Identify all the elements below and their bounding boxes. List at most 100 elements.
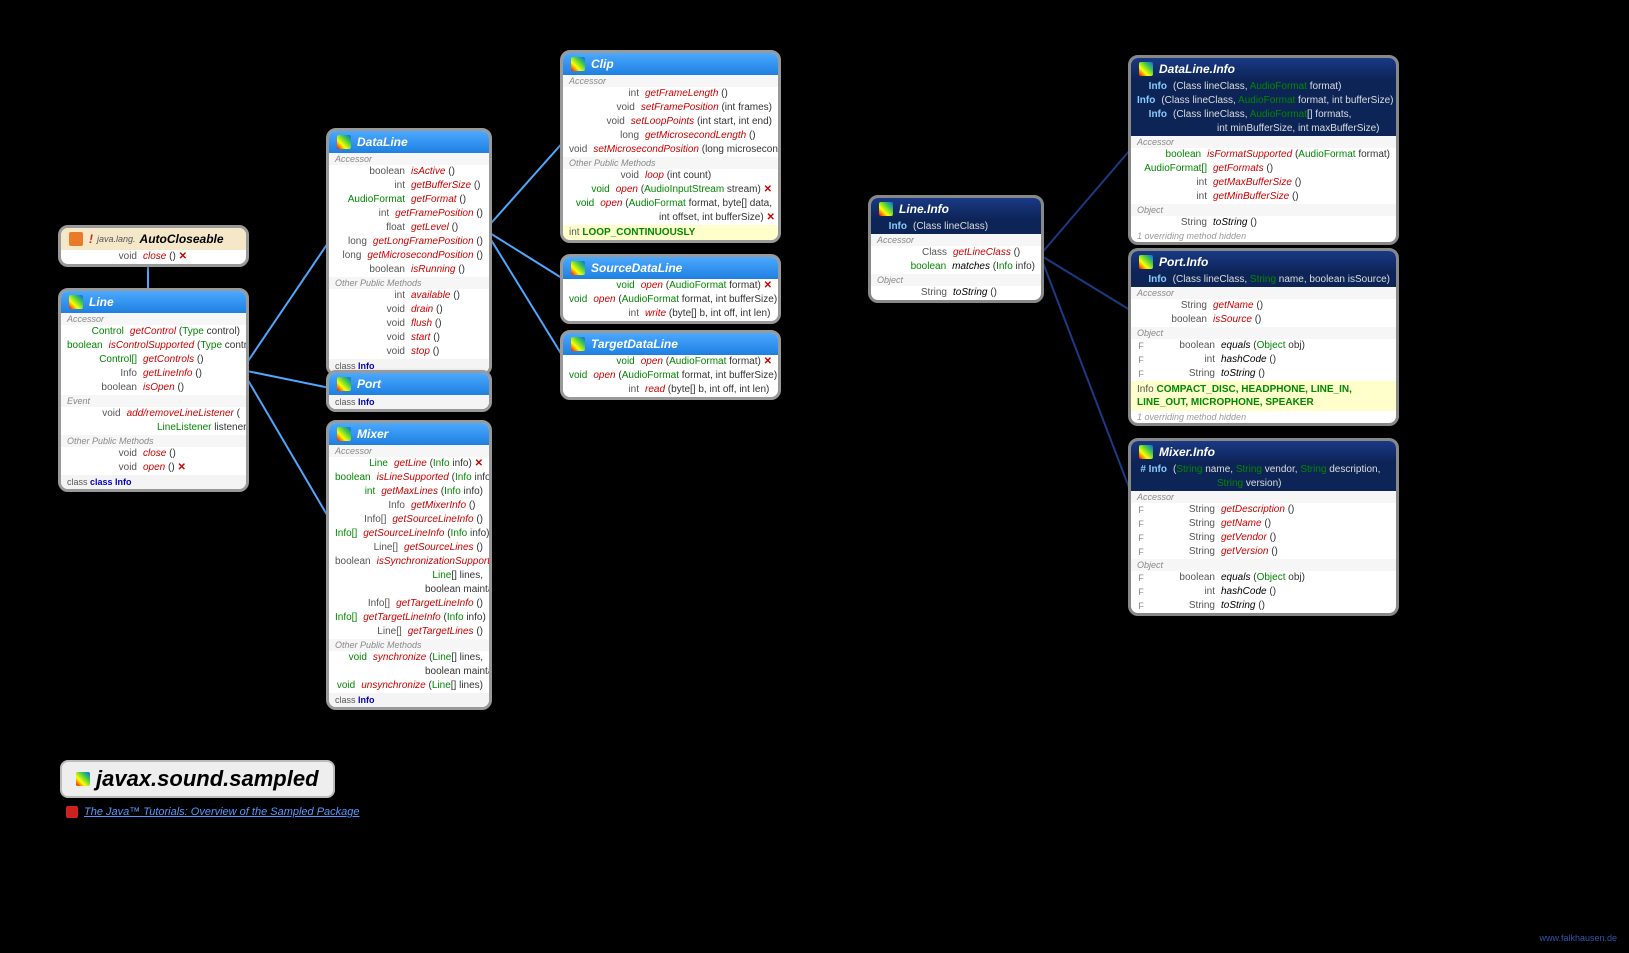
class-dataline: DataLine AccessorbooleanisActive ()intge…: [326, 128, 492, 376]
interface-icon: [69, 232, 83, 246]
method-row: voidopen (AudioFormat format, int buffer…: [563, 369, 778, 383]
interface-icon: [337, 377, 351, 391]
class-portinfo: Port.Info Info(Class lineClass, String n…: [1128, 248, 1399, 426]
constant: int LOOP_CONTINUOUSLY: [563, 225, 778, 240]
method-row: StringtoString (): [1131, 216, 1396, 230]
method-row: FinthashCode (): [1131, 585, 1396, 599]
method-row: booleanisLineSupported (Info info): [329, 471, 489, 485]
method-row: voidopen (AudioFormat format) ✕: [563, 279, 778, 293]
hidden-note: 1 overriding method hidden: [1131, 230, 1396, 242]
inner-class-link[interactable]: class Info: [329, 395, 489, 409]
method-row: booleanisControlSupported (Type control): [61, 339, 246, 353]
method-row: voidflush (): [329, 317, 489, 331]
class-name: DataLine: [357, 135, 408, 149]
method-row: boolean maintainSync): [329, 665, 489, 679]
method-row: InfogetLineInfo (): [61, 367, 246, 381]
method-row: voidstart (): [329, 331, 489, 345]
constructor-row: int minBufferSize, int maxBufferSize): [1131, 122, 1396, 136]
method-row: Fbooleanequals (Object obj): [1131, 571, 1396, 585]
method-row: floatgetLevel (): [329, 221, 489, 235]
method-row: LineListener listener): [61, 421, 246, 435]
package-title: javax.sound.sampled The Java™ Tutorials:…: [60, 760, 360, 818]
section-label: Accessor: [1131, 136, 1396, 148]
interface-icon: [571, 337, 585, 351]
section-label: Accessor: [1131, 287, 1396, 299]
method-row: ClassgetLineClass (): [871, 246, 1041, 260]
class-targetdataline: TargetDataLine voidopen (AudioFormat for…: [560, 330, 781, 400]
class-name: Line.Info: [899, 202, 949, 216]
method-row: booleanisRunning (): [329, 263, 489, 277]
method-row: longgetMicrosecondPosition (): [329, 249, 489, 263]
attribution[interactable]: www.falkhausen.de: [1539, 933, 1617, 943]
section-label: Other Public Methods: [329, 277, 489, 289]
constructor-row: Info(Class lineClass, AudioFormat format…: [1131, 80, 1396, 94]
method-row: FStringgetVendor (): [1131, 531, 1396, 545]
method-row: voidloop (int count): [563, 169, 778, 183]
class-sourcedataline: SourceDataLine voidopen (AudioFormat for…: [560, 254, 781, 324]
inner-class-link[interactable]: class class Info: [61, 475, 246, 489]
section-label: Accessor: [329, 445, 489, 457]
section-label: Accessor: [871, 234, 1041, 246]
method-row: Info[]getTargetLineInfo (Info info): [329, 611, 489, 625]
section-label: Accessor: [563, 75, 778, 87]
constructor-row: Info(Class lineClass, AudioFormat[] form…: [1131, 108, 1396, 122]
class-mixerinfo: Mixer.Info # Info(String name, String ve…: [1128, 438, 1399, 616]
class-autocloseable: ! java.lang. AutoCloseable voidclose () …: [58, 225, 249, 267]
method-row: Fbooleanequals (Object obj): [1131, 339, 1396, 353]
method-row: longgetMicrosecondLength (): [563, 129, 778, 143]
class-name: Mixer.Info: [1159, 445, 1215, 459]
section-label: Other Public Methods: [329, 639, 489, 651]
method-row: StringgetName (): [1131, 299, 1396, 313]
method-row: voidunsynchronize (Line[] lines): [329, 679, 489, 693]
method-row: intgetMinBufferSize (): [1131, 190, 1396, 204]
method-row: booleanisFormatSupported (AudioFormat fo…: [1131, 148, 1396, 162]
method-row: intgetBufferSize (): [329, 179, 489, 193]
method-row: StringtoString (): [871, 286, 1041, 300]
class-name: Line: [89, 295, 114, 309]
constructor-row: Info(Class lineClass, String name, boole…: [1131, 273, 1396, 287]
constructor-row: String version): [1131, 477, 1396, 491]
method-row: voidstop (): [329, 345, 489, 359]
method-row: booleanisOpen (): [61, 381, 246, 395]
method-row: voidopen (AudioFormat format, byte[] dat…: [563, 197, 778, 211]
method-row: voidopen (AudioFormat format) ✕: [563, 355, 778, 369]
inner-class-link[interactable]: class Info: [329, 693, 489, 707]
method-row: booleanmatches (Info info): [871, 260, 1041, 274]
method-row: voidclose (): [61, 447, 246, 461]
section-label: Event: [61, 395, 246, 407]
method-row: Info[]getSourceLineInfo (Info info): [329, 527, 489, 541]
constant: Info COMPACT_DISC, HEADPHONE, LINE_IN, L…: [1131, 381, 1396, 411]
method-row: intwrite (byte[] b, int off, int len): [563, 307, 778, 321]
method-row: boolean maintainSync): [329, 583, 489, 597]
constructor-row: Info(Class lineClass): [871, 220, 1041, 234]
method-row: voidsetFramePosition (int frames): [563, 101, 778, 115]
class-name: DataLine.Info: [1159, 62, 1235, 76]
class-mixer: Mixer AccessorLinegetLine (Info info) ✕b…: [326, 420, 492, 710]
section-label: Accessor: [329, 153, 489, 165]
method-row: voidsetMicrosecondPosition (long microse…: [563, 143, 778, 157]
constructor-row: # Info(String name, String vendor, Strin…: [1131, 463, 1396, 477]
interface-icon: [69, 295, 83, 309]
method-row: intgetMaxBufferSize (): [1131, 176, 1396, 190]
section-label: Accessor: [61, 313, 246, 325]
class-icon: [1139, 445, 1153, 459]
method-row: AudioFormatgetFormat (): [329, 193, 489, 207]
class-port: Port class Info: [326, 370, 492, 412]
section-label: Accessor: [1131, 491, 1396, 503]
class-datalineinfo: DataLine.Info Info(Class lineClass, Audi…: [1128, 55, 1399, 245]
constructor-row: Info(Class lineClass, AudioFormat format…: [1131, 94, 1396, 108]
method-row: Info[]getTargetLineInfo (): [329, 597, 489, 611]
interface-icon: [337, 427, 351, 441]
method-row: Line[]getTargetLines (): [329, 625, 489, 639]
class-icon: [879, 202, 893, 216]
class-clip: Clip AccessorintgetFrameLength ()voidset…: [560, 50, 781, 243]
method-row: booleanisSynchronizationSupported (: [329, 555, 489, 569]
class-name: SourceDataLine: [591, 261, 682, 275]
pkg-label: java.lang.: [97, 234, 136, 244]
method-row: Line[] lines,: [329, 569, 489, 583]
hidden-note: 1 overriding method hidden: [1131, 411, 1396, 423]
class-icon: [1139, 255, 1153, 269]
tutorial-link[interactable]: The Java™ Tutorials: Overview of the Sam…: [66, 806, 360, 818]
method-row: FStringgetName (): [1131, 517, 1396, 531]
title-autocloseable: ! java.lang. AutoCloseable: [61, 228, 246, 250]
